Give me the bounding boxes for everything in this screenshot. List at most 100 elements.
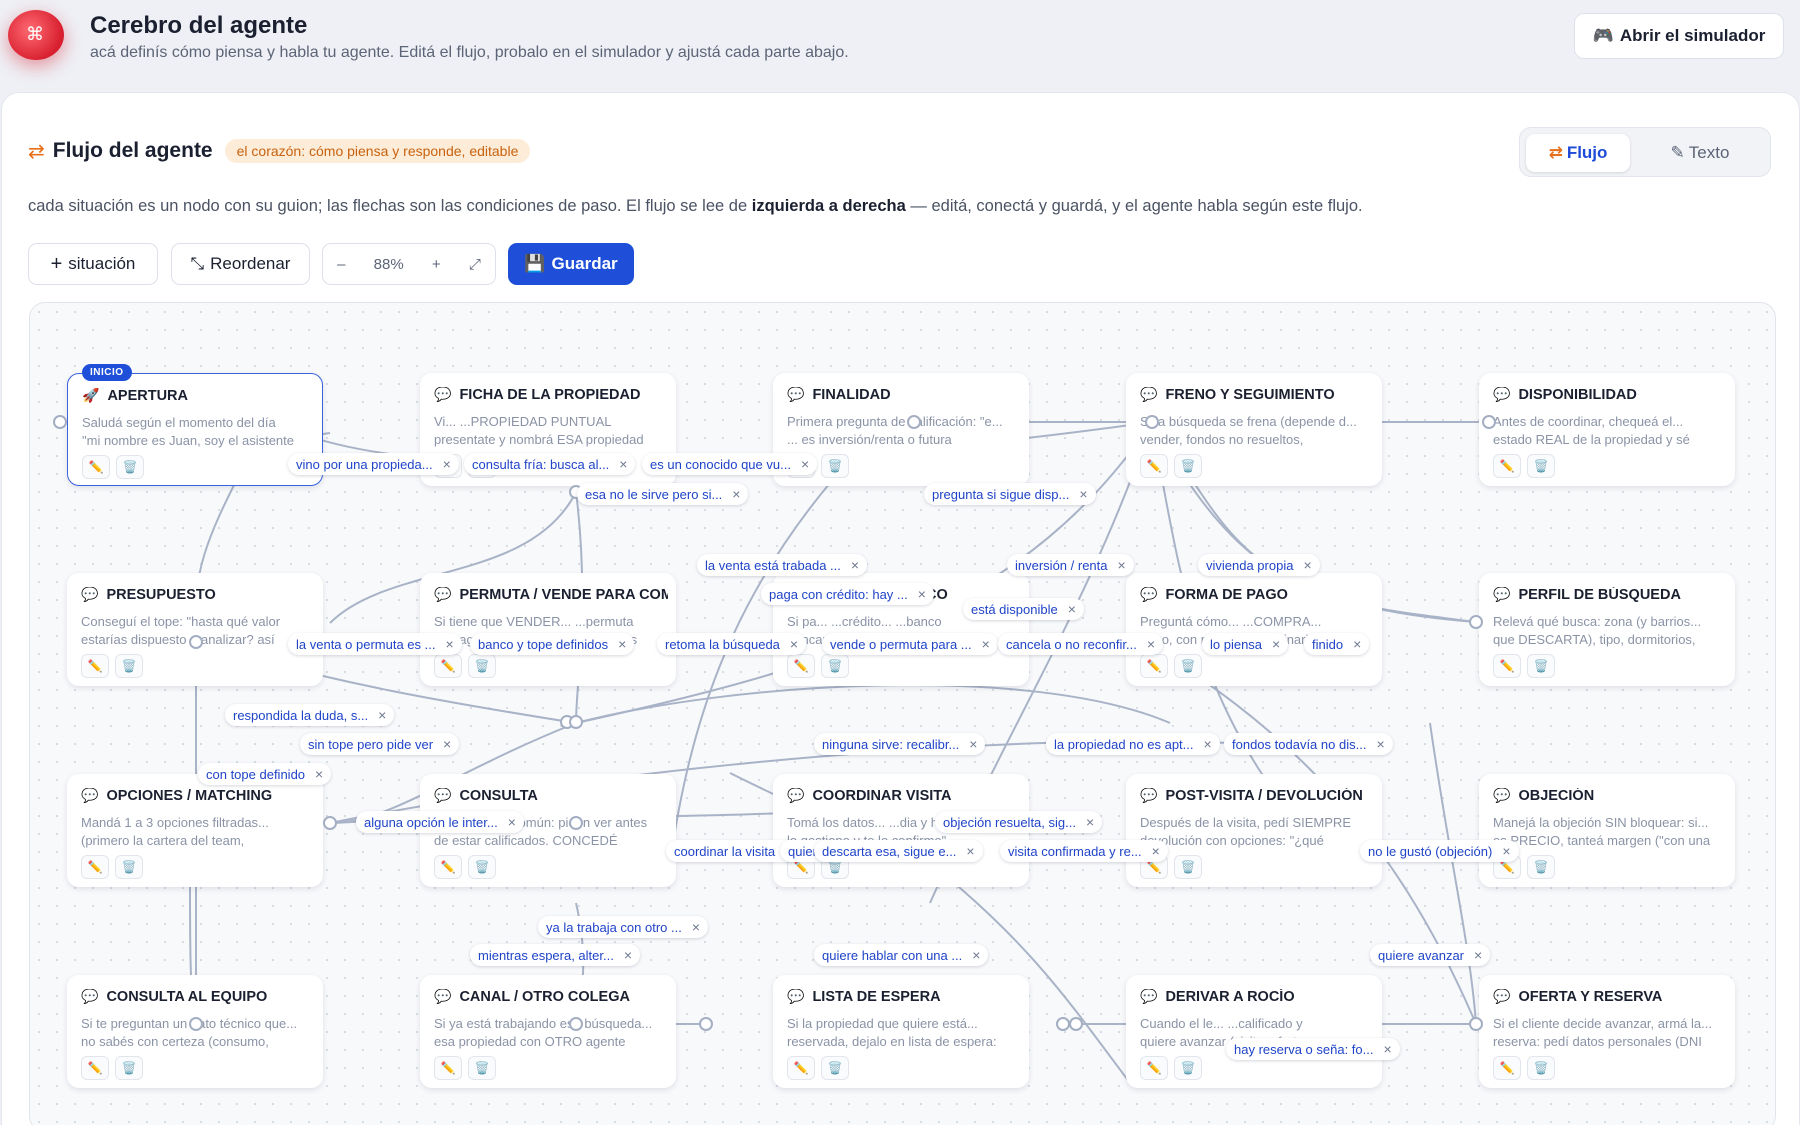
edge-condition-label[interactable]: respondida la duda, s... × [225, 704, 395, 726]
edge-condition-label[interactable]: no le gustó (objeción) × [1360, 840, 1519, 862]
edge-condition-label[interactable]: la propiedad no es apt... × [1046, 733, 1220, 755]
connection-port[interactable] [189, 1017, 203, 1031]
node-post-visita-devolucion[interactable]: 💬 POST-VISITA / DEVOLUCIÓN Después de la v… [1126, 774, 1382, 887]
trash-icon[interactable]: 🗑️ [1174, 1056, 1202, 1080]
remove-x-icon[interactable]: × [508, 814, 516, 830]
remove-x-icon[interactable]: × [443, 736, 451, 752]
trash-icon[interactable]: 🗑️ [115, 855, 143, 879]
remove-x-icon[interactable]: × [972, 947, 980, 963]
edge-condition-label[interactable]: consulta fría: busca al... × [464, 453, 636, 475]
remove-x-icon[interactable]: × [1068, 601, 1076, 617]
remove-x-icon[interactable]: × [966, 843, 974, 859]
remove-x-icon[interactable]: × [624, 947, 632, 963]
remove-x-icon[interactable]: × [1204, 736, 1212, 752]
edge-condition-label[interactable]: descarta esa, sigue e... × [814, 840, 983, 862]
flow-canvas[interactable]: INICIO 🚀 APERTURA Saludá según el momento d… [29, 302, 1776, 1125]
remove-x-icon[interactable]: × [443, 456, 451, 472]
edge-condition-label[interactable]: vende o permuta para ... × [822, 633, 998, 655]
trash-icon[interactable]: 🗑️ [1527, 1056, 1555, 1080]
edit-pencil-icon[interactable]: ✏️ [82, 455, 110, 479]
edge-condition-label[interactable]: alguna opción le inter... × [356, 811, 524, 833]
edge-condition-label[interactable]: la venta está trabada ... × [697, 554, 868, 576]
edge-condition-label[interactable]: quiere hablar con una ... × [814, 944, 989, 966]
edge-condition-label[interactable]: pregunta si sigue disp... × [924, 483, 1096, 505]
trash-icon[interactable]: 🗑️ [115, 1056, 143, 1080]
edge-condition-label[interactable]: es un conocido que vu... × [642, 453, 818, 475]
edit-pencil-icon[interactable]: ✏️ [434, 654, 462, 678]
fit-view-icon[interactable]: ⤢ [469, 255, 481, 273]
remove-x-icon[interactable]: × [918, 586, 926, 602]
edit-pencil-icon[interactable]: ✏️ [1140, 454, 1168, 478]
edge-connector[interactable] [1429, 722, 1477, 1025]
edge-condition-label[interactable]: mientras espera, alter... × [470, 944, 641, 966]
remove-x-icon[interactable]: × [851, 557, 859, 573]
remove-x-icon[interactable]: × [1086, 814, 1094, 830]
tab-flujo[interactable]: ⇄ Flujo [1526, 134, 1630, 172]
trash-icon[interactable]: 🗑️ [1527, 454, 1555, 478]
edge-condition-label[interactable]: ya la trabaja con otro ... × [538, 916, 709, 938]
node-oferta-y-reserva[interactable]: 💬 OFERTA Y RESERVA Si el cliente decide av… [1479, 975, 1735, 1088]
remove-x-icon[interactable]: × [1118, 557, 1126, 573]
trash-icon[interactable]: 🗑️ [115, 654, 143, 678]
zoom-in-button[interactable]: + [432, 256, 441, 273]
edge-condition-label[interactable]: está disponible × [963, 598, 1084, 620]
edge-condition-label[interactable]: hay reserva o seña: fo... × [1226, 1038, 1400, 1060]
trash-icon[interactable]: 🗑️ [821, 654, 849, 678]
connection-port[interactable] [1145, 415, 1159, 429]
edge-condition-label[interactable]: ninguna sirve: recalibr... × [814, 733, 986, 755]
remove-x-icon[interactable]: × [1147, 636, 1155, 652]
edge-condition-label[interactable]: cancela o no reconfir... × [998, 633, 1163, 655]
node-consulta-al-equipo[interactable]: 💬 CONSULTA AL EQUIPO Si te preguntan un da… [67, 975, 323, 1088]
edge-condition-label[interactable]: con tope definido × [198, 763, 332, 785]
edge-condition-label[interactable]: lo piensa × [1202, 633, 1289, 655]
node-presupuesto[interactable]: 💬 PRESUPUESTO Conseguí el tope: "hasta qué… [67, 573, 323, 686]
node-disponibilidad[interactable]: 💬 DISPONIBILIDAD Antes de coordinar, chequ… [1479, 373, 1735, 486]
remove-x-icon[interactable]: × [1376, 736, 1384, 752]
remove-x-icon[interactable]: × [1303, 557, 1311, 573]
trash-icon[interactable]: 🗑️ [1174, 454, 1202, 478]
remove-x-icon[interactable]: × [618, 636, 626, 652]
edge-connector[interactable] [575, 684, 1171, 724]
remove-x-icon[interactable]: × [801, 456, 809, 472]
trash-icon[interactable]: 🗑️ [468, 654, 496, 678]
remove-x-icon[interactable]: × [445, 636, 453, 652]
node-objecion[interactable]: 💬 OBJECIÓN Manejá la objeción SIN bloquear… [1479, 774, 1735, 887]
connection-port[interactable] [1469, 1017, 1483, 1031]
reorder-button[interactable]: ⤡ Reordenar [171, 243, 310, 285]
edge-condition-label[interactable]: visita confirmada y re... × [1000, 840, 1168, 862]
edge-condition-label[interactable]: objeción resuelta, sig... × [935, 811, 1103, 833]
trash-icon[interactable]: 🗑️ [821, 454, 849, 478]
connection-port[interactable] [569, 1017, 583, 1031]
connection-port[interactable] [569, 715, 583, 729]
edge-condition-label[interactable]: la venta o permuta es ... × [288, 633, 462, 655]
node-opciones-matching[interactable]: 💬 OPCIONES / MATCHING Mandá 1 a 3 opciones… [67, 774, 323, 887]
edge-condition-label[interactable]: retoma la búsqueda × [657, 633, 807, 655]
remove-x-icon[interactable]: × [1152, 843, 1160, 859]
zoom-out-button[interactable]: – [337, 256, 345, 273]
connection-port[interactable] [569, 816, 583, 830]
edit-pencil-icon[interactable]: ✏️ [1493, 654, 1521, 678]
trash-icon[interactable]: 🗑️ [468, 1056, 496, 1080]
edge-condition-label[interactable]: banco y tope definidos × [470, 633, 635, 655]
remove-x-icon[interactable]: × [790, 636, 798, 652]
connection-port[interactable] [1469, 615, 1483, 629]
node-forma-de-pago[interactable]: 💬 FORMA DE PAGO Preguntá cómo... ...COMPRA… [1126, 573, 1382, 686]
trash-icon[interactable]: 🗑️ [1174, 855, 1202, 879]
save-button[interactable]: 💾 Guardar [508, 243, 634, 285]
add-situation-button[interactable]: + situación [28, 243, 158, 285]
edit-pencil-icon[interactable]: ✏️ [434, 855, 462, 879]
trash-icon[interactable]: 🗑️ [1527, 855, 1555, 879]
open-simulator-button[interactable]: 🎮 Abrir el simulador [1574, 13, 1784, 59]
edge-condition-label[interactable]: vino por una propieda... × [288, 453, 459, 475]
node-canal-otro-colega[interactable]: 💬 CANAL / OTRO COLEGA Si ya está trabajand… [420, 975, 676, 1088]
remove-x-icon[interactable]: × [1353, 636, 1361, 652]
edge-condition-label[interactable]: fondos todavía no dis... × [1224, 733, 1393, 755]
edge-condition-label[interactable]: inversión / renta × [1007, 554, 1134, 576]
remove-x-icon[interactable]: × [378, 707, 386, 723]
connection-port[interactable] [1069, 1017, 1083, 1031]
connection-port[interactable] [1482, 415, 1496, 429]
remove-x-icon[interactable]: × [969, 736, 977, 752]
trash-icon[interactable]: 🗑️ [1527, 654, 1555, 678]
node-freno-y-seguimiento[interactable]: 💬 FRENO Y SEGUIMIENTO Si la búsqueda se fr… [1126, 373, 1382, 486]
node-permuta-vende-para-comprar[interactable]: 💬PERMUTA / VENDE PARA COMPRARSi tiene qu… [420, 573, 676, 686]
